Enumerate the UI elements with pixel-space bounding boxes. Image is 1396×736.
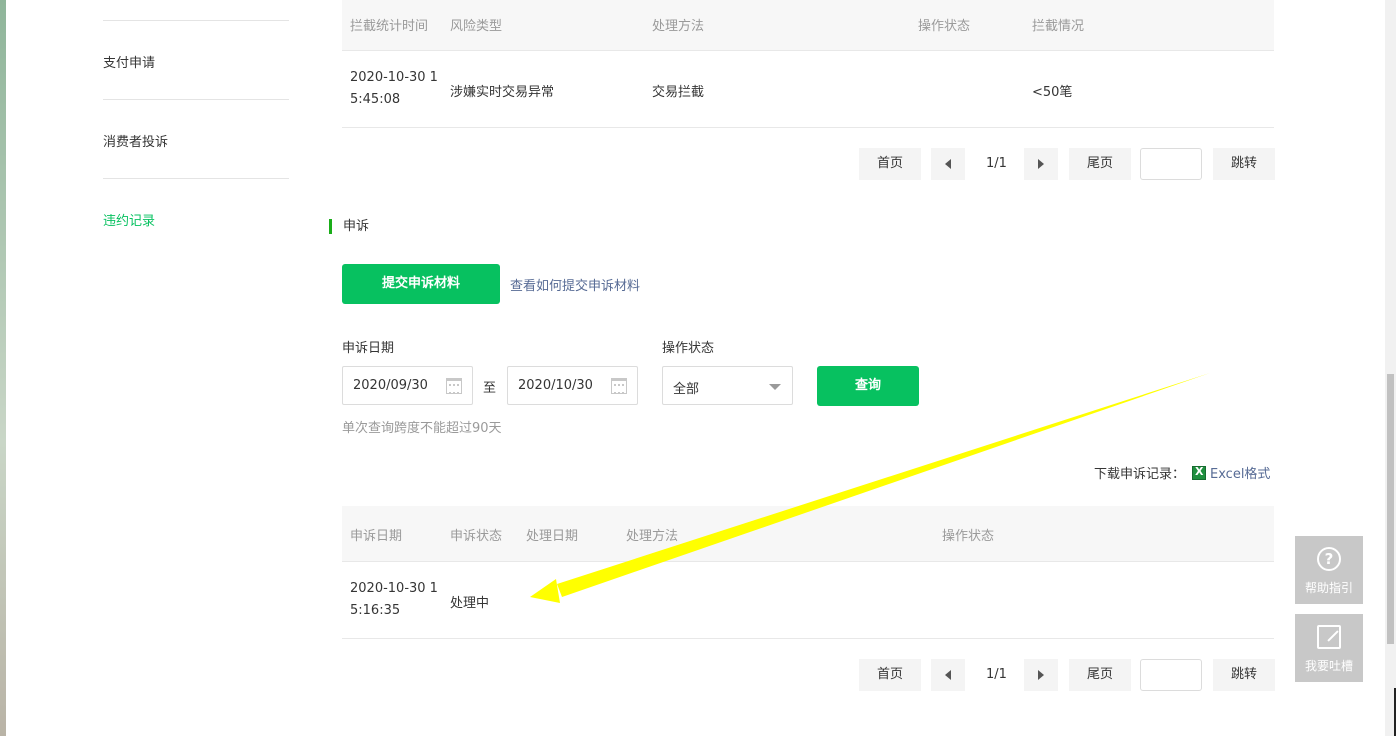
chevron-left-icon [945, 158, 951, 169]
page-jump-input[interactable] [1140, 148, 1202, 180]
next-page-button[interactable] [1024, 148, 1058, 180]
column-header: 处理日期 [526, 529, 579, 544]
pagination-top: 首页 1/1 尾页 跳转 [859, 148, 1275, 180]
how-to-submit-link[interactable]: 查看如何提交申诉材料 [510, 275, 640, 294]
sidebar: 支付申请 消费者投诉 违约记录 [6, 0, 289, 736]
help-guide-button[interactable]: ? 帮助指引 [1295, 536, 1363, 604]
column-header: 拦截情况 [1032, 19, 1085, 34]
process-method: 交易拦截 [652, 85, 705, 100]
edit-icon [1317, 625, 1341, 649]
column-header: 拦截统计时间 [350, 19, 429, 34]
section-title-appeal: 申诉 [329, 219, 369, 234]
chevron-right-icon [1038, 669, 1044, 680]
table-row: 2020-10-30 1 5:45:08 涉嫌实时交易异常 交易拦截 <50笔 [342, 51, 1274, 128]
sidebar-item-consumer-complaint[interactable]: 消费者投诉 [103, 100, 289, 179]
column-header: 操作状态 [942, 529, 995, 544]
date-to-field[interactable]: 2020/10/30 [507, 366, 638, 405]
first-page-button[interactable]: 首页 [859, 659, 921, 691]
appeal-status: 处理中 [450, 596, 490, 611]
appeal-date-label: 申诉日期 [342, 341, 395, 356]
sidebar-item-violation-record[interactable]: 违约记录 [103, 179, 289, 258]
column-header: 操作状态 [918, 19, 971, 34]
column-header: 处理方法 [652, 19, 705, 34]
next-page-button[interactable] [1024, 659, 1058, 691]
download-records-label: 下载申诉记录： [1094, 467, 1186, 482]
intercept-situation: <50笔 [1032, 85, 1073, 100]
operation-status-select[interactable]: 全部 [662, 366, 793, 405]
last-page-button[interactable]: 尾页 [1069, 148, 1131, 180]
sidebar-item-label: 违约记录 [103, 214, 156, 229]
query-range-hint: 单次查询跨度不能超过90天 [342, 421, 502, 436]
column-header: 申诉状态 [450, 529, 503, 544]
page-indicator: 1/1 [986, 667, 1007, 682]
column-header: 风险类型 [450, 19, 503, 34]
prev-page-button[interactable] [931, 659, 965, 691]
calendar-icon [611, 378, 627, 394]
jump-button[interactable]: 跳转 [1213, 148, 1275, 180]
risk-type: 涉嫌实时交易异常 [450, 85, 555, 100]
scrollbar[interactable] [1385, 0, 1396, 736]
page-indicator: 1/1 [986, 156, 1007, 171]
page-jump-input[interactable] [1140, 659, 1202, 691]
question-icon: ? [1317, 547, 1341, 571]
excel-icon [1192, 465, 1206, 480]
table-row: 2020-10-30 1 5:16:35 处理中 [342, 562, 1274, 639]
main-content: 拦截统计时间 风险类型 处理方法 操作状态 拦截情况 2020-10-30 1 … [289, 0, 1385, 736]
chevron-left-icon [945, 669, 951, 680]
operation-status-label: 操作状态 [662, 341, 715, 356]
column-header: 处理方法 [626, 529, 679, 544]
last-page-button[interactable]: 尾页 [1069, 659, 1131, 691]
intercept-table-header: 拦截统计时间 风险类型 处理方法 操作状态 拦截情况 [342, 0, 1274, 51]
submit-appeal-button[interactable]: 提交申诉材料 [342, 264, 500, 304]
calendar-icon [446, 378, 462, 394]
appeal-date: 2020-10-30 1 5:16:35 [350, 581, 438, 618]
feedback-button[interactable]: 我要吐槽 [1295, 614, 1363, 682]
appeal-table-header: 申诉日期 申诉状态 处理日期 处理方法 操作状态 [342, 506, 1274, 562]
first-page-button[interactable]: 首页 [859, 148, 921, 180]
excel-download-link[interactable]: Excel格式 [1192, 463, 1270, 482]
sidebar-item-label: 消费者投诉 [103, 135, 169, 150]
intercept-time: 2020-10-30 1 5:45:08 [350, 70, 438, 107]
query-button[interactable]: 查询 [817, 366, 919, 406]
sidebar-divider-top [103, 0, 289, 21]
sidebar-item-payment-apply[interactable]: 支付申请 [103, 21, 289, 100]
date-from-field[interactable]: 2020/09/30 [342, 366, 473, 405]
jump-button[interactable]: 跳转 [1213, 659, 1275, 691]
chevron-right-icon [1038, 158, 1044, 169]
prev-page-button[interactable] [931, 148, 965, 180]
chevron-down-icon [769, 384, 781, 390]
date-range-separator: 至 [483, 381, 497, 396]
sidebar-item-label: 支付申请 [103, 56, 156, 71]
pagination-bottom: 首页 1/1 尾页 跳转 [859, 659, 1275, 691]
column-header: 申诉日期 [350, 529, 403, 544]
scrollbar-thumb[interactable] [1387, 374, 1394, 644]
